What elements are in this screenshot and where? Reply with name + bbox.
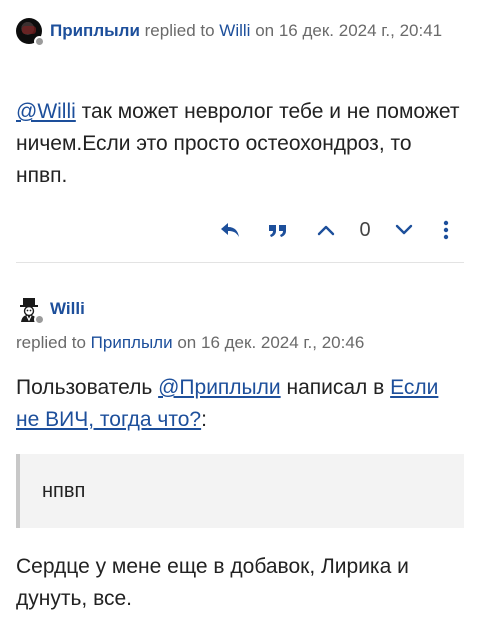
post-date[interactable]: 16 дек. 2024 г., 20:46 <box>201 333 364 352</box>
intro-prefix: Пользователь <box>16 376 159 399</box>
on-label: on <box>255 21 275 40</box>
post-date[interactable]: 16 дек. 2024 г., 20:41 <box>279 21 442 41</box>
post-1-meta: Приплыли replied to Willi on 16 дек. 202… <box>16 18 464 47</box>
avatar[interactable] <box>16 296 45 325</box>
more-vertical-icon <box>443 220 449 240</box>
replied-to-user-link[interactable]: Приплыли <box>91 333 173 352</box>
post-1-actions: 0 <box>206 212 464 248</box>
intro-middle: написал в <box>280 376 391 399</box>
post-2-header: Willi <box>16 296 464 325</box>
post-1-body: @Willi так может невролог тебе и не помо… <box>16 96 464 192</box>
replied-to-label: replied to <box>16 333 86 352</box>
vote-count: 0 <box>359 218 371 241</box>
chevron-up-icon <box>317 225 335 236</box>
replied-to-user-link[interactable]: Willi <box>219 21 250 41</box>
intro-suffix: : <box>201 408 207 431</box>
status-dot-icon <box>34 314 45 325</box>
more-options-button[interactable] <box>428 212 464 248</box>
post-2: Willi replied to Приплыли on 16 дек. 202… <box>16 296 464 353</box>
chevron-down-icon <box>395 224 413 235</box>
post-divider <box>16 262 464 263</box>
post-2-body: Сердце у мене еще в добавок, Лирика и ду… <box>16 551 464 615</box>
author-name[interactable]: Willi <box>50 299 85 319</box>
post-2-intro: Пользователь @Приплыли написал в Если не… <box>16 372 464 436</box>
upvote-button[interactable] <box>302 212 350 248</box>
post-1-text: так может невролог тебе и не поможет нич… <box>16 100 460 187</box>
post-2-text: Сердце у мене еще в добавок, Лирика и ду… <box>16 555 409 610</box>
replied-to-label: replied to <box>144 21 215 40</box>
status-dot-icon <box>34 36 45 47</box>
quote-icon <box>269 225 286 237</box>
on-label: on <box>177 333 197 352</box>
mention-link[interactable]: @Willi <box>16 100 76 123</box>
quote-block: нпвп <box>16 454 464 528</box>
avatar[interactable] <box>16 18 45 47</box>
post-1: Приплыли replied to Willi on 16 дек. 202… <box>16 18 464 47</box>
downvote-button[interactable] <box>380 212 428 248</box>
quote-text: нпвп <box>42 479 86 502</box>
reply-button[interactable] <box>206 212 254 248</box>
quote-button[interactable] <box>254 212 302 248</box>
reply-icon <box>221 223 239 237</box>
post-2-meta: replied to Приплыли on 16 дек. 2024 г., … <box>16 333 464 353</box>
mention-link[interactable]: @Приплыли <box>158 376 281 399</box>
author-name[interactable]: Приплыли <box>50 21 140 41</box>
